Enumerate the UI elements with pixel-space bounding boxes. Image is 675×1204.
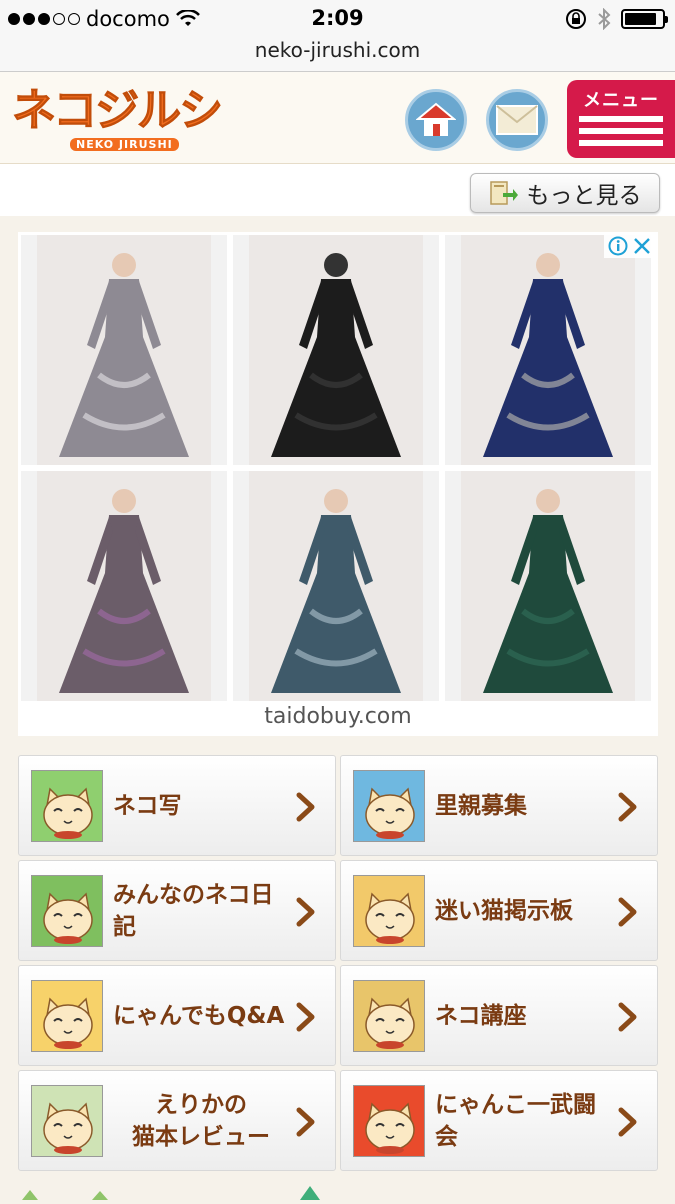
home-icon: [416, 102, 456, 136]
cat-illustration-icon: [31, 875, 103, 947]
nav-item-label: ネコ講座: [435, 1002, 527, 1029]
page-bottom: [0, 1176, 675, 1200]
chevron-right-icon: [296, 1002, 315, 1032]
dress-image: [271, 253, 401, 457]
more-label: もっと見る: [526, 183, 642, 209]
nav-item[interactable]: にゃんこ一武闘会: [340, 1070, 658, 1171]
chevron-right-icon: [618, 897, 637, 927]
ad-domain[interactable]: taidobuy.com: [18, 704, 658, 729]
logo-subtext: NEKO JIRUSHI: [70, 138, 179, 151]
dress-image: [483, 253, 613, 457]
forward-page-icon: [489, 181, 518, 205]
nav-item-label: みんなのネコ日記: [113, 881, 274, 940]
nav-item[interactable]: えりかの 猫本レビュー: [18, 1070, 336, 1171]
dress-image: [271, 489, 401, 693]
logo-text: ネコジルシ: [12, 85, 224, 137]
menu-button[interactable]: メニュー: [567, 80, 675, 158]
menu-label: メニュー: [583, 90, 659, 111]
close-icon[interactable]: [632, 236, 652, 256]
info-icon[interactable]: [608, 236, 628, 256]
ad-product-tile[interactable]: [445, 471, 651, 701]
url-text: neko-jirushi.com: [254, 38, 421, 62]
cat-illustration-icon: [31, 1085, 103, 1157]
nav-item[interactable]: 迷い猫掲示板: [340, 860, 658, 961]
feature-menu: ネコ写 里親募集みんなのネコ日記 迷い猫掲示板にゃんでもQ&A ネコ講座えりかの 猫本…: [18, 755, 658, 1171]
rotation-lock-icon: [566, 9, 586, 29]
mail-button[interactable]: [486, 89, 548, 151]
more-row: もっと見る: [0, 164, 675, 216]
nav-item-label: にゃんこ一武闘会: [435, 1091, 596, 1150]
more-button[interactable]: もっと見る: [470, 173, 660, 213]
ad-product-tile[interactable]: [233, 235, 439, 465]
bluetooth-icon: [598, 8, 611, 30]
ad-choices[interactable]: [604, 234, 656, 258]
status-right: [565, 8, 668, 30]
chevron-right-icon: [296, 1107, 315, 1137]
nav-item[interactable]: みんなのネコ日記: [18, 860, 336, 961]
hamburger-icon: [579, 116, 663, 146]
nav-item-label: にゃんでもQ&A: [113, 1002, 285, 1029]
home-button[interactable]: [405, 89, 467, 151]
site-header: ネコジルシ NEKO JIRUSHI メニュー: [0, 72, 675, 164]
chevron-right-icon: [618, 1107, 637, 1137]
cat-illustration-icon: [353, 875, 425, 947]
ad-product-tile[interactable]: [21, 471, 227, 701]
nav-item-label: ネコ写: [113, 792, 182, 819]
cat-illustration-icon: [353, 980, 425, 1052]
nav-item[interactable]: にゃんでもQ&A: [18, 965, 336, 1066]
ad-product-tile[interactable]: [21, 235, 227, 465]
ad-product-tile[interactable]: [445, 235, 651, 465]
cat-illustration-icon: [353, 770, 425, 842]
mail-icon: [496, 105, 538, 135]
ad-product-tile[interactable]: [233, 471, 439, 701]
cat-illustration-icon: [31, 770, 103, 842]
dress-image: [59, 253, 189, 457]
ad-banner[interactable]: taidobuy.com: [18, 232, 658, 736]
chevron-right-icon: [296, 897, 315, 927]
dress-image: [483, 489, 613, 693]
battery-level: [625, 13, 656, 25]
ad-product-grid: [21, 235, 655, 701]
status-bar: docomo 2:09: [0, 0, 675, 38]
site-logo[interactable]: ネコジルシ NEKO JIRUSHI: [12, 82, 232, 154]
battery-icon: [621, 9, 668, 29]
chevron-right-icon: [618, 1002, 637, 1032]
nav-item-label: えりかの 猫本レビュー: [132, 1091, 270, 1150]
chevron-right-icon: [296, 792, 315, 822]
nav-item-label: 里親募集: [435, 792, 527, 819]
chevron-right-icon: [618, 792, 637, 822]
nav-item-label: 迷い猫掲示板: [435, 897, 573, 924]
cat-illustration-icon: [31, 980, 103, 1052]
nav-item[interactable]: ネコ写: [18, 755, 336, 856]
cat-illustration-icon: [353, 1085, 425, 1157]
dress-image: [59, 489, 189, 693]
nav-item[interactable]: 里親募集: [340, 755, 658, 856]
nav-item[interactable]: ネコ講座: [340, 965, 658, 1066]
tree-decoration-icon: [22, 1186, 320, 1200]
url-bar[interactable]: neko-jirushi.com: [0, 38, 675, 72]
